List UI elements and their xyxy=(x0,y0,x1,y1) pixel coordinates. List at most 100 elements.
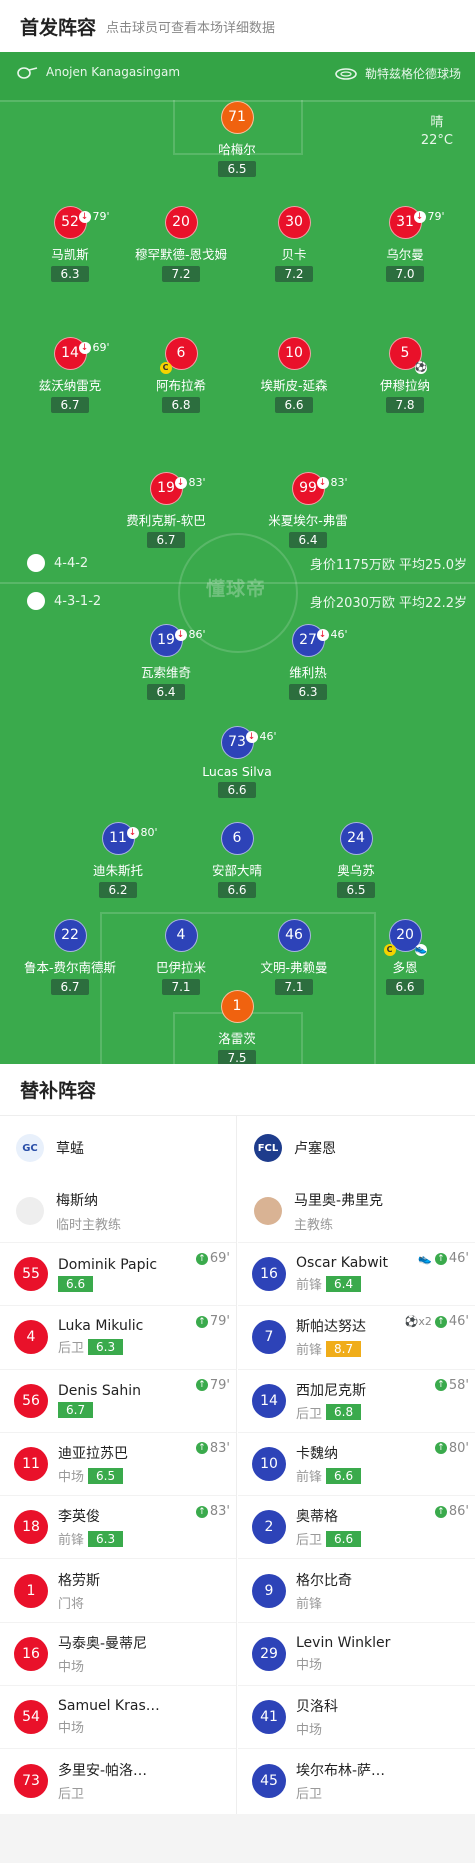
sub-out-icon: ↓ xyxy=(126,826,139,839)
home-player[interactable]: 5 ⚽ 伊穆拉纳 7.8 xyxy=(340,337,470,413)
jersey-number: 19 ↓ 83' xyxy=(149,472,206,505)
player-name: 多里安-帕洛… xyxy=(58,1762,148,1779)
jersey-number: 6C xyxy=(159,337,198,374)
home-player[interactable]: 99 ↓ 83' 米夏埃尔-弗雷 6.4 xyxy=(243,472,373,548)
bench-player-row[interactable]: 73 多里安-帕洛… 后卫 xyxy=(0,1748,236,1811)
player-rating: 7.2 xyxy=(162,266,200,282)
away-player[interactable]: 6 安部大晴 6.6 xyxy=(172,822,302,898)
jersey-number: 46 xyxy=(277,919,311,952)
home-coach[interactable]: 梅斯纳 临时主教练 xyxy=(0,1180,236,1242)
bench-player-row[interactable]: 29 Levin Winkler 中场 xyxy=(238,1621,475,1685)
home-bench-team[interactable]: GC 草蜢 xyxy=(0,1116,236,1180)
sub-in-icon: ↑ xyxy=(195,1379,208,1392)
bench-player-row[interactable]: 9 格尔比奇 前锋 xyxy=(238,1558,475,1621)
jersey-number: 7 xyxy=(252,1320,286,1355)
jersey-number: 29 xyxy=(252,1636,286,1671)
player-name: 多恩 xyxy=(392,960,418,975)
jersey-number: 71 xyxy=(220,101,254,134)
player-rating: 6.6 xyxy=(326,1530,362,1547)
player-rating: 6.6 xyxy=(326,1467,362,1484)
jersey-number: 41 xyxy=(252,1700,286,1735)
bench-player-row[interactable]: 1 格劳斯 门将 xyxy=(0,1558,236,1621)
home-bench-list: 55 Dominik Papic 6.6 ↑ 69' 4 Luka Mikulic 后卫 6.3… xyxy=(0,1242,236,1812)
away-player[interactable]: 20 C 👟 多恩 6.6 xyxy=(340,919,470,995)
player-position: 中场 xyxy=(58,1659,85,1675)
sub-in-time: ⚽x2 ↑ 46' xyxy=(405,1314,469,1329)
sub-in-time: ↑ 86' xyxy=(434,1504,469,1520)
player-name: 格劳斯 xyxy=(58,1572,100,1589)
jersey-number: 4 xyxy=(164,919,198,952)
player-name: 迪朱斯托 xyxy=(92,863,143,878)
bench-player-row[interactable]: 41 贝洛科 中场 xyxy=(238,1685,475,1748)
bench-player-row[interactable]: 45 埃尔布林-萨… 后卫 xyxy=(238,1748,475,1811)
player-name: 瓦索维奇 xyxy=(140,665,191,680)
bench-player-row[interactable]: 14 西加尼克斯 后卫 6.8 ↑ 58' xyxy=(238,1368,475,1432)
sub-out-time: ↓ 79' xyxy=(413,201,445,232)
away-bench-team[interactable]: FCL 卢塞恩 xyxy=(238,1116,475,1180)
goal-icon: ⚽ xyxy=(414,362,427,374)
home-player[interactable]: 31 ↓ 79' 乌尔曼 7.0 xyxy=(340,206,470,282)
away-player[interactable]: 27 ↓ 46' 维利热 6.3 xyxy=(243,624,373,700)
player-rating: 8.7 xyxy=(326,1340,362,1357)
jersey-number: 1 xyxy=(14,1573,48,1608)
jersey-number: 24 xyxy=(339,822,373,855)
sub-minute: 86' xyxy=(448,1504,469,1520)
player-rating: 7.8 xyxy=(386,397,424,413)
away-player[interactable]: 4 巴伊拉米 7.1 xyxy=(116,919,246,995)
away-player[interactable]: 19 ↓ 86' 瓦索维奇 6.4 xyxy=(101,624,231,700)
away-player[interactable]: 73 ↓ 46' Lucas Silva 6.6 xyxy=(172,726,302,798)
away-player[interactable]: 11 ↓ 80' 迪朱斯托 6.2 xyxy=(53,822,183,898)
jersey-number: 14 xyxy=(252,1383,286,1418)
player-name: 奥蒂格 xyxy=(296,1509,338,1526)
home-player[interactable]: 20 穆罕默德-恩戈姆 7.2 xyxy=(116,206,246,282)
sub-out-time: ↓ 83' xyxy=(316,467,348,498)
player-position-line: 中场 6.5 xyxy=(58,1466,128,1485)
footer-spacer xyxy=(0,1814,475,1863)
sub-out-icon: ↓ xyxy=(316,628,329,641)
bench-player-row[interactable]: 56 Denis Sahin 6.7 ↑ 79' xyxy=(0,1368,236,1432)
jersey-number: 14 ↓ 69' xyxy=(53,337,110,370)
home-player[interactable]: 6 C 阿布拉希 6.8 xyxy=(116,337,246,413)
jersey-number: 10 xyxy=(252,1447,286,1482)
player-position: 中场 xyxy=(296,1657,323,1673)
bench-player-row[interactable]: 16 马泰奥-曼蒂尼 中场 xyxy=(0,1621,236,1685)
away-coach[interactable]: 马里奥-弗里克 主教练 xyxy=(238,1180,475,1242)
away-player[interactable]: 1 洛雷茨 7.5 xyxy=(172,990,302,1064)
jersey-number: 1 xyxy=(220,990,254,1023)
sub-in-icon: ↑ xyxy=(434,1315,447,1328)
sub-out-icon: ↓ xyxy=(78,210,91,223)
jersey-number: 27 ↓ 46' xyxy=(291,624,348,657)
bench-player-row[interactable]: 7 斯帕达努达 前锋 8.7 ⚽x2 ↑ 46' xyxy=(238,1305,475,1368)
jersey-number: 22 xyxy=(53,919,87,952)
bench-player-row[interactable]: 11 迪亚拉苏巴 中场 6.5 ↑ 83' xyxy=(0,1431,236,1495)
referee-name: Anojen Kanagasingam xyxy=(46,65,181,79)
jersey-number: 73 ↓ 46' xyxy=(220,726,277,759)
player-name: 米夏埃尔-弗雷 xyxy=(268,513,348,528)
sub-minute: 79' xyxy=(427,210,445,223)
bench-player-row[interactable]: 55 Dominik Papic 6.6 ↑ 69' xyxy=(0,1242,236,1305)
jersey-number: 16 xyxy=(252,1257,286,1292)
home-player[interactable]: 71 哈梅尔 6.5 xyxy=(172,101,302,177)
player-rating: 6.6 xyxy=(218,882,256,898)
player-position-line: 前锋 6.4 xyxy=(296,1274,388,1293)
home-player[interactable]: 19 ↓ 83' 费利克斯-软巴 6.7 xyxy=(101,472,231,548)
stadium-icon xyxy=(335,67,357,80)
player-position: 前锋 xyxy=(296,1343,323,1359)
bench-player-row[interactable]: 10 卡魏纳 前锋 6.6 ↑ 80' xyxy=(238,1431,475,1495)
sub-in-time: 👟 ↑ 46' xyxy=(418,1251,469,1266)
home-coach-role: 临时主教练 xyxy=(56,1217,122,1233)
whistle-icon xyxy=(17,67,38,79)
bench-player-row[interactable]: 16 Oscar Kabwit 前锋 6.4 👟 ↑ 46' xyxy=(238,1242,475,1305)
sub-minute: 79' xyxy=(209,1314,230,1330)
away-player[interactable]: 24 奥乌苏 6.5 xyxy=(291,822,421,898)
player-rating: 6.4 xyxy=(147,684,185,700)
bench-player-row[interactable]: 2 奥蒂格 后卫 6.6 ↑ 86' xyxy=(238,1495,475,1558)
player-rating: 6.5 xyxy=(337,882,375,898)
sub-minute: 80' xyxy=(448,1440,469,1456)
bench-player-row[interactable]: 18 李英俊 前锋 6.3 ↑ 83' xyxy=(0,1495,236,1558)
bench-player-row[interactable]: 54 Samuel Kras… 中场 xyxy=(0,1685,236,1748)
sub-in-icon: ↑ xyxy=(195,1505,208,1518)
away-team-info: 4-3-1-2 xyxy=(27,592,101,610)
bench-player-row[interactable]: 4 Luka Mikulic 后卫 6.3 ↑ 79' xyxy=(0,1305,236,1368)
player-position: 前锋 xyxy=(296,1470,323,1486)
